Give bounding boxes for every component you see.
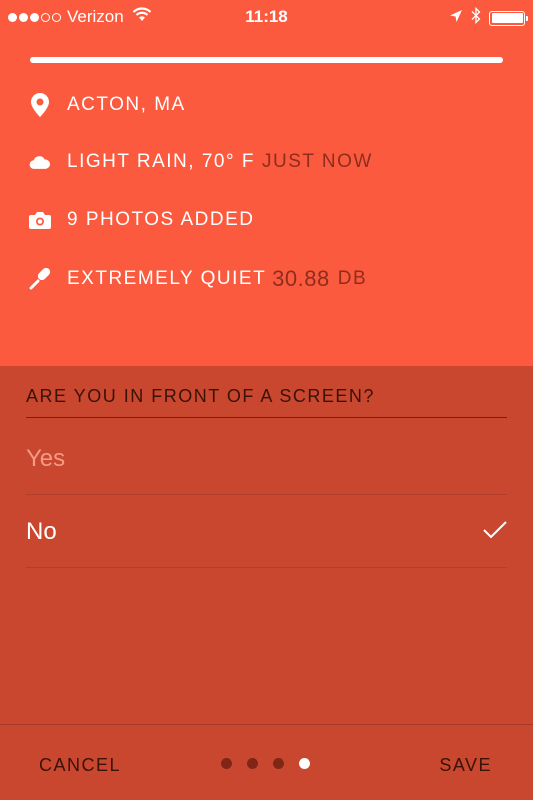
save-button[interactable]: SAVE: [439, 755, 492, 776]
weather-text: LIGHT RAIN, 70° F: [67, 151, 255, 172]
option-yes[interactable]: Yes: [26, 423, 507, 495]
option-divider: [26, 494, 507, 495]
weather-row: LIGHT RAIN, 70° F JUST NOW: [29, 151, 373, 173]
noise-label: EXTREMELY QUIET: [67, 268, 267, 289]
checkmark-icon: [483, 518, 507, 546]
photos-row: 9 PHOTOS ADDED: [29, 209, 254, 231]
location-arrow-icon: [449, 8, 463, 28]
progress-fill: [30, 57, 503, 63]
cloud-icon: [29, 154, 51, 171]
battery-icon: [489, 10, 528, 26]
location-text: ACTON, MA: [67, 94, 186, 115]
option-divider: [26, 567, 507, 568]
option-no[interactable]: No: [26, 496, 507, 568]
noise-unit: DB: [337, 268, 368, 289]
status-right: [449, 6, 528, 29]
option-label: Yes: [26, 445, 66, 472]
photos-text: 9 PHOTOS ADDED: [67, 209, 255, 230]
weather-time: JUST NOW: [261, 151, 373, 172]
question-divider: [26, 417, 507, 418]
camera-icon: [29, 211, 51, 229]
map-pin-icon: [29, 93, 51, 117]
status-bar: Verizon 11:18: [0, 0, 533, 36]
page-dot[interactable]: [221, 758, 232, 769]
location-row: ACTON, MA: [29, 93, 186, 117]
progress-bar: [30, 57, 503, 63]
noise-row: EXTREMELY QUIET 30.88 DB: [29, 266, 367, 292]
page-dot[interactable]: [247, 758, 258, 769]
header-panel: Verizon 11:18 ACTON, MA LIGHT RAIN, 70° …: [0, 0, 533, 366]
microphone-icon: [29, 268, 51, 290]
question-title: ARE YOU IN FRONT OF A SCREEN?: [26, 386, 375, 406]
page-dot-active[interactable]: [299, 758, 310, 769]
page-indicator: [221, 758, 310, 769]
option-label: No: [26, 518, 57, 545]
bluetooth-icon: [471, 6, 481, 29]
page-dot[interactable]: [273, 758, 284, 769]
footer-bar: CANCEL SAVE: [0, 724, 533, 800]
battery-level: [491, 13, 523, 23]
cancel-button[interactable]: CANCEL: [39, 755, 121, 776]
noise-value: 30.88: [272, 266, 330, 291]
